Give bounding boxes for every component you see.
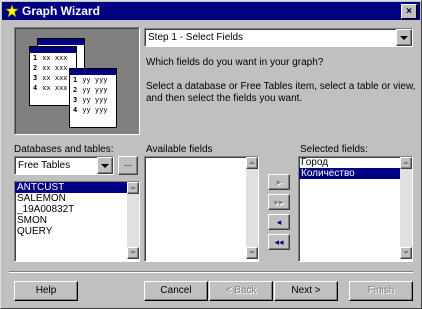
illustration-row-text: xx xxx (42, 84, 68, 92)
available-fields-label: Available fields (146, 144, 213, 155)
tables-scrollbar[interactable] (127, 182, 139, 259)
list-item[interactable]: SALEMON (15, 193, 139, 204)
illustration-row-number: 1 (33, 54, 38, 62)
illustration-row-number: 2 (73, 86, 78, 94)
scroll-up-button[interactable] (246, 157, 258, 169)
window-title: Graph Wizard (22, 4, 100, 18)
list-item[interactable]: _19A00832T (15, 204, 139, 215)
selected-fields-list[interactable]: Город Количество (298, 156, 413, 262)
illustration-row-text: xx xxx (42, 74, 68, 82)
selected-scrollbar[interactable] (400, 157, 412, 259)
databases-combo-arrow[interactable] (97, 157, 113, 174)
list-item[interactable]: Количество (299, 168, 412, 179)
scroll-up-button[interactable] (127, 182, 139, 194)
remove-all-fields-button[interactable]: ◂◂ (268, 234, 290, 250)
list-item[interactable]: QUERY (15, 226, 139, 237)
chevron-down-icon (130, 251, 136, 254)
available-fields-list[interactable] (144, 156, 259, 262)
illustration-row-text: yy yyy (82, 106, 108, 114)
next-button[interactable]: Next > (274, 281, 338, 301)
illustration-row-number: 1 (73, 76, 78, 84)
databases-combo[interactable]: Free Tables (14, 156, 114, 175)
add-field-button[interactable]: ▸ (268, 174, 290, 190)
question-text: Which fields do you want in your graph? (146, 57, 324, 68)
illustration-row-number: 4 (33, 84, 38, 92)
finish-button[interactable]: Finish (349, 281, 413, 301)
selected-fields-label: Selected fields: (300, 144, 368, 155)
illustration-row-text: yy yyy (82, 86, 108, 94)
add-all-fields-button[interactable]: ▸▸ (268, 194, 290, 210)
step-select[interactable]: Step 1 - Select Fields (144, 28, 413, 47)
cancel-button[interactable]: Cancel (144, 281, 208, 301)
wizard-illustration: 1 xx xxx 2 xx xxx 3 xx xxx 4 xx xxx 1 yy yyy 2 yy … (14, 27, 140, 135)
available-scrollbar[interactable] (246, 157, 258, 259)
chevron-up-icon (249, 161, 255, 164)
illustration-row-number: 3 (73, 96, 78, 104)
help-button[interactable]: Help (14, 281, 78, 301)
title-bar[interactable]: Graph Wizard × (2, 2, 420, 20)
illustration-row-text: xx xxx (42, 64, 68, 72)
illustration-row-number: 3 (33, 74, 38, 82)
scroll-down-button[interactable] (246, 247, 258, 259)
chevron-down-icon (101, 164, 109, 168)
step-select-value: Step 1 - Select Fields (148, 32, 244, 43)
graph-wizard-window: Graph Wizard × 1 xx xxx 2 xx xxx 3 xx xxx 4 xx … (0, 0, 422, 309)
chevron-up-icon (403, 161, 409, 164)
illustration-row-number: 2 (33, 64, 38, 72)
browse-button[interactable]: ... (118, 156, 138, 175)
illustration-row-text: xx xxx (42, 54, 68, 62)
databases-label: Databases and tables: (14, 144, 114, 155)
illustration-front-page: 1 yy yyy 2 yy yyy 3 yy yyy 4 yy yyy (69, 68, 117, 128)
step-select-arrow[interactable] (396, 29, 412, 46)
chevron-down-icon (400, 36, 408, 40)
wizard-wand-icon (5, 4, 19, 18)
separator (9, 271, 413, 273)
illustration-row-text: yy yyy (82, 76, 108, 84)
chevron-up-icon (130, 186, 136, 189)
remove-field-button[interactable]: ◂ (268, 214, 290, 230)
databases-combo-value: Free Tables (18, 160, 71, 171)
back-button[interactable]: < Back (209, 281, 273, 301)
close-button[interactable]: × (401, 4, 417, 19)
chevron-down-icon (249, 251, 255, 254)
illustration-row-number: 4 (73, 106, 78, 114)
scroll-up-button[interactable] (400, 157, 412, 169)
list-item[interactable]: Город (299, 157, 412, 168)
list-item[interactable]: SMON (15, 215, 139, 226)
chevron-down-icon (403, 251, 409, 254)
scroll-down-button[interactable] (400, 247, 412, 259)
scroll-down-button[interactable] (127, 247, 139, 259)
instruction-text: Select a database or Free Tables item, s… (146, 81, 416, 104)
tables-list[interactable]: ANTCUST SALEMON _19A00832T SMON QUERY (14, 181, 140, 262)
illustration-row-text: yy yyy (82, 96, 108, 104)
list-item[interactable]: ANTCUST (15, 182, 139, 193)
